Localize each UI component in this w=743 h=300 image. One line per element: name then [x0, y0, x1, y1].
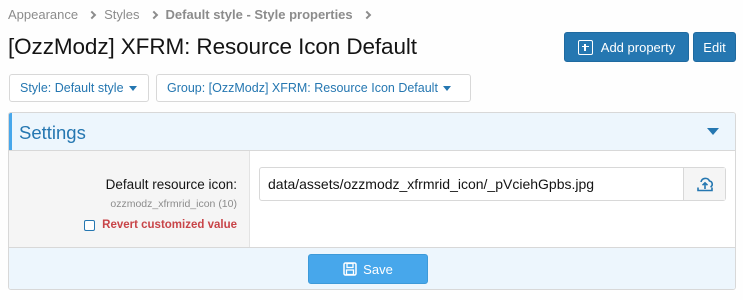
caret-down-icon [128, 85, 137, 91]
style-filter-label: Style: Default style [20, 81, 124, 95]
collapse-toggle-icon[interactable] [707, 128, 719, 135]
field-value-cell [250, 151, 735, 249]
chevron-right-icon [149, 10, 158, 19]
page-title: [OzzModz] XFRM: Resource Icon Default [8, 34, 417, 59]
settings-panel: Settings Default resource icon: ozzmodz_… [8, 112, 736, 290]
checkbox-icon[interactable] [84, 219, 96, 231]
settings-title: Settings [19, 122, 86, 143]
upload-icon [696, 177, 713, 192]
edit-label: Edit [703, 39, 726, 55]
chevron-right-icon [362, 10, 371, 19]
field-label: Default resource icon: [105, 177, 237, 192]
save-label: Save [363, 261, 393, 277]
upload-button[interactable] [683, 168, 725, 200]
settings-panel-header[interactable]: Settings [9, 113, 735, 151]
field-label-cell: Default resource icon: ozzmodz_xfrmrid_i… [9, 151, 250, 249]
panel-accent-bar [9, 113, 12, 150]
group-filter-label: Group: [OzzModz] XFRM: Resource Icon Def… [167, 81, 438, 95]
floppy-disk-icon [343, 262, 357, 276]
save-button[interactable]: Save [308, 254, 428, 284]
revert-customized-checkbox[interactable]: Revert customized value [84, 219, 237, 231]
breadcrumb-item-styles[interactable]: Styles [104, 7, 139, 22]
settings-panel-footer: Save [9, 247, 735, 289]
breadcrumb-item-style-properties[interactable]: Default style - Style properties [166, 7, 353, 22]
breadcrumb-item-appearance[interactable]: Appearance [8, 7, 78, 22]
resource-icon-input-group [259, 167, 726, 201]
breadcrumb: Appearance Styles Default style - Style … [8, 7, 379, 22]
caret-down-icon [442, 85, 451, 91]
add-property-label: Add property [600, 39, 676, 55]
group-filter-dropdown[interactable]: Group: [OzzModz] XFRM: Resource Icon Def… [156, 74, 471, 102]
add-property-button[interactable]: Add property [564, 32, 689, 62]
revert-label: Revert customized value [102, 219, 237, 231]
style-filter-dropdown[interactable]: Style: Default style [9, 74, 149, 102]
chevron-right-icon [87, 10, 97, 19]
plus-square-icon [577, 39, 593, 55]
field-property-code: ozzmodz_xfrmrid_icon (10) [110, 198, 237, 210]
edit-button[interactable]: Edit [693, 32, 736, 62]
resource-icon-path-input[interactable] [260, 168, 683, 200]
